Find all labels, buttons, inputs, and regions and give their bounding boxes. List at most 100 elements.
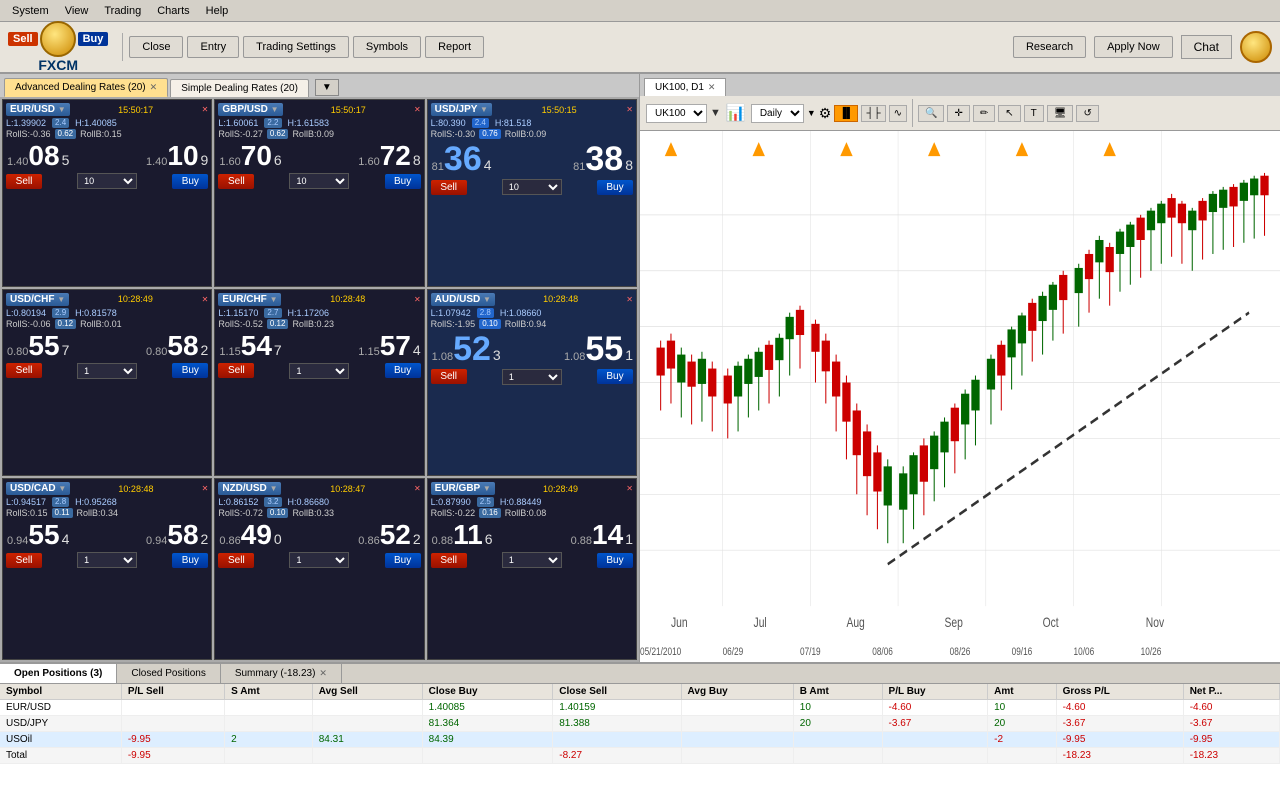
symbol-label[interactable]: EUR/CHF ▼ bbox=[218, 293, 281, 306]
symbol-label[interactable]: USD/CAD ▼ bbox=[6, 482, 70, 495]
cell-3: 84.31 bbox=[312, 732, 422, 748]
sell-button[interactable]: Sell bbox=[218, 553, 254, 568]
line-chart-btn[interactable]: ∿ bbox=[889, 105, 907, 122]
qty-select[interactable]: 1 bbox=[502, 552, 562, 568]
tab-open-positions[interactable]: Open Positions (3) bbox=[0, 664, 117, 683]
qty-select[interactable]: 10 bbox=[77, 173, 137, 189]
symbol-label[interactable]: AUD/USD ▼ bbox=[431, 293, 495, 306]
cell-2: 2 bbox=[225, 732, 313, 748]
menu-charts[interactable]: Charts bbox=[149, 3, 197, 19]
qty-select[interactable]: 1 bbox=[289, 363, 349, 379]
sell-button[interactable]: Sell bbox=[431, 369, 467, 384]
rate-lh-info: L:1.07942 2.8 H:1.08660 bbox=[431, 308, 633, 318]
cursor-btn[interactable]: ↖ bbox=[998, 105, 1020, 122]
sell-button[interactable]: Sell bbox=[431, 180, 467, 195]
qty-select[interactable]: 1 bbox=[77, 363, 137, 379]
symbol-select[interactable]: UK100 bbox=[646, 104, 707, 123]
buy-button[interactable]: Buy bbox=[172, 363, 208, 378]
buy-button[interactable]: Buy bbox=[385, 553, 421, 568]
trading-settings-button[interactable]: Trading Settings bbox=[243, 36, 349, 58]
zoom-btn[interactable]: 🔍 bbox=[918, 105, 944, 122]
rate-card-audusd: AUD/USD ▼ 10:28:48 ✕ L:1.07942 2.8 H:1.0… bbox=[427, 289, 637, 477]
rate-card-gbpusd: GBP/USD ▼ 15:50:17 ✕ L:1.60061 2.2 H:1.6… bbox=[214, 99, 424, 287]
text-btn[interactable]: T bbox=[1024, 105, 1044, 122]
sell-button[interactable]: Sell bbox=[6, 174, 42, 189]
draw-btn[interactable]: ✏ bbox=[973, 105, 995, 122]
menu-trading[interactable]: Trading bbox=[96, 3, 149, 19]
tab-simple-dealing-rates[interactable]: Simple Dealing Rates (20) bbox=[170, 79, 309, 97]
tab-closed-positions[interactable]: Closed Positions bbox=[117, 664, 220, 683]
symbol-label[interactable]: USD/JPY ▼ bbox=[431, 103, 492, 116]
crosshair-btn[interactable]: ✛ bbox=[947, 105, 969, 122]
gold-circle-button[interactable] bbox=[1240, 31, 1272, 63]
chat-button[interactable]: Chat bbox=[1181, 35, 1232, 59]
rate-close-btn[interactable]: ✕ bbox=[626, 295, 633, 304]
rate-close-btn[interactable]: ✕ bbox=[202, 484, 209, 493]
entry-button[interactable]: Entry bbox=[187, 36, 239, 58]
buy-button[interactable]: Buy bbox=[385, 174, 421, 189]
timeframe-select[interactable]: Daily bbox=[751, 104, 804, 123]
sell-badge[interactable]: Sell bbox=[8, 32, 38, 46]
symbol-label[interactable]: USD/CHF ▼ bbox=[6, 293, 69, 306]
symbol-label[interactable]: EUR/GBP ▼ bbox=[431, 482, 495, 495]
symbol-label[interactable]: EUR/USD ▼ bbox=[6, 103, 70, 116]
sell-price-block: 1.40 08 5 bbox=[6, 142, 69, 170]
closed-positions-label: Closed Positions bbox=[131, 668, 205, 679]
rate-close-btn[interactable]: ✕ bbox=[414, 484, 421, 493]
cell-2 bbox=[225, 716, 313, 732]
rates-options-button[interactable]: ▼ bbox=[315, 79, 339, 96]
sell-button[interactable]: Sell bbox=[431, 553, 467, 568]
sell-button[interactable]: Sell bbox=[218, 174, 254, 189]
menu-system[interactable]: System bbox=[4, 3, 57, 19]
close-button[interactable]: Close bbox=[129, 36, 183, 58]
tab-uk100[interactable]: UK100, D1 ✕ bbox=[644, 78, 726, 96]
report-button[interactable]: Report bbox=[425, 36, 484, 58]
buy-button[interactable]: Buy bbox=[597, 180, 633, 195]
symbol-label[interactable]: GBP/USD ▼ bbox=[218, 103, 282, 116]
rate-close-btn[interactable]: ✕ bbox=[626, 105, 633, 114]
menu-view[interactable]: View bbox=[57, 3, 97, 19]
table-row: EUR/USD1.400851.4015910-4.6010-4.60-4.60 bbox=[0, 700, 1280, 716]
cell-10: -4.60 bbox=[1056, 700, 1183, 716]
buy-sell-row: Sell 1 Buy bbox=[431, 369, 633, 385]
rate-close-btn[interactable]: ✕ bbox=[414, 105, 421, 114]
tab-advanced-close[interactable]: ✕ bbox=[150, 82, 158, 93]
monitor-btn[interactable]: 🖥 bbox=[1047, 105, 1074, 122]
qty-select[interactable]: 1 bbox=[502, 369, 562, 385]
symbol-label[interactable]: NZD/USD ▼ bbox=[218, 482, 281, 495]
sell-button[interactable]: Sell bbox=[218, 363, 254, 378]
buy-button[interactable]: Buy bbox=[597, 369, 633, 384]
rate-close-btn[interactable]: ✕ bbox=[202, 105, 209, 114]
rate-rolls: RollS:-0.36 0.62 RollB:0.15 bbox=[6, 129, 208, 139]
rate-close-btn[interactable]: ✕ bbox=[414, 295, 421, 304]
chart-tab-close[interactable]: ✕ bbox=[708, 82, 716, 93]
rate-time: 15:50:15 bbox=[542, 105, 577, 115]
buy-button[interactable]: Buy bbox=[385, 363, 421, 378]
menu-help[interactable]: Help bbox=[198, 3, 237, 19]
table-row: USOil-9.95284.3184.39-2-9.95-9.95 bbox=[0, 732, 1280, 748]
bar-chart-btn[interactable]: ┤├ bbox=[861, 105, 885, 122]
buy-button[interactable]: Buy bbox=[597, 553, 633, 568]
buy-badge[interactable]: Buy bbox=[78, 32, 109, 46]
table-row: Total-9.95-8.27-18.23-18.23 bbox=[0, 748, 1280, 764]
rate-close-btn[interactable]: ✕ bbox=[626, 484, 633, 493]
qty-select[interactable]: 1 bbox=[289, 552, 349, 568]
qty-select[interactable]: 10 bbox=[502, 179, 562, 195]
cell-8: -3.67 bbox=[882, 716, 988, 732]
tab-summary[interactable]: Summary (-18.23) ✕ bbox=[221, 664, 342, 683]
tab-advanced-dealing-rates[interactable]: Advanced Dealing Rates (20) ✕ bbox=[4, 78, 168, 97]
buy-button[interactable]: Buy bbox=[172, 553, 208, 568]
apply-now-button[interactable]: Apply Now bbox=[1094, 36, 1173, 58]
summary-close[interactable]: ✕ bbox=[319, 668, 327, 679]
sell-button[interactable]: Sell bbox=[6, 363, 42, 378]
research-button[interactable]: Research bbox=[1013, 36, 1086, 58]
candlestick-btn[interactable]: ▐▌ bbox=[834, 105, 858, 122]
symbols-button[interactable]: Symbols bbox=[353, 36, 421, 58]
qty-select[interactable]: 10 bbox=[289, 173, 349, 189]
refresh-btn[interactable]: ↺ bbox=[1076, 105, 1098, 122]
rate-lh-info: L:1.39902 2.4 H:1.40085 bbox=[6, 118, 208, 128]
sell-button[interactable]: Sell bbox=[6, 553, 42, 568]
rate-close-btn[interactable]: ✕ bbox=[202, 295, 209, 304]
buy-button[interactable]: Buy bbox=[172, 174, 208, 189]
qty-select[interactable]: 1 bbox=[77, 552, 137, 568]
